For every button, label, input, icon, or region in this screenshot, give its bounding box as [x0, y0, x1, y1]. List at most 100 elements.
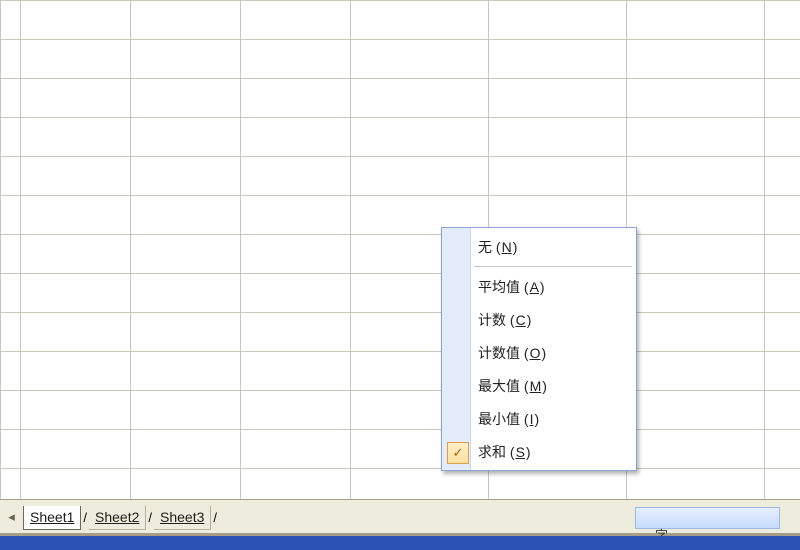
cell[interactable]: [351, 118, 489, 157]
cell[interactable]: [1, 118, 21, 157]
cell[interactable]: [627, 40, 765, 79]
cell[interactable]: [627, 274, 765, 313]
menu-item-label: 计数值 (: [478, 343, 529, 363]
cell[interactable]: [241, 274, 351, 313]
cell[interactable]: [21, 313, 131, 352]
cell[interactable]: [241, 79, 351, 118]
menu-item-n[interactable]: 无 (N): [444, 230, 634, 263]
cell[interactable]: [627, 391, 765, 430]
cell[interactable]: [21, 196, 131, 235]
spreadsheet-grid[interactable]: [0, 0, 800, 499]
cell[interactable]: [489, 1, 627, 40]
cell[interactable]: [21, 118, 131, 157]
cell[interactable]: [1, 1, 21, 40]
cell[interactable]: [241, 40, 351, 79]
menu-item-c[interactable]: 计数 (C): [444, 303, 634, 336]
sheet-tab-label: Sheet3: [160, 509, 204, 525]
sheet-tab-sheet1[interactable]: Sheet1: [23, 506, 81, 530]
cell[interactable]: [21, 235, 131, 274]
cell[interactable]: [1, 79, 21, 118]
cell[interactable]: [241, 1, 351, 40]
cell[interactable]: [241, 118, 351, 157]
menu-item-label: 计数 (: [478, 310, 515, 330]
cell[interactable]: [21, 391, 131, 430]
cell[interactable]: [131, 118, 241, 157]
cell[interactable]: [131, 79, 241, 118]
cell[interactable]: [489, 40, 627, 79]
cell[interactable]: [131, 274, 241, 313]
cell[interactable]: [627, 79, 765, 118]
cell[interactable]: [1, 430, 21, 469]
cell[interactable]: [351, 79, 489, 118]
cell[interactable]: [241, 196, 351, 235]
cell[interactable]: [627, 352, 765, 391]
cell[interactable]: [241, 430, 351, 469]
cell[interactable]: [1, 391, 21, 430]
cell[interactable]: [627, 196, 765, 235]
cell[interactable]: [1, 40, 21, 79]
cell[interactable]: [1, 157, 21, 196]
cell[interactable]: [765, 1, 800, 40]
cell[interactable]: [765, 196, 800, 235]
cell[interactable]: [765, 313, 800, 352]
cells-table[interactable]: [0, 0, 800, 508]
cell[interactable]: [241, 391, 351, 430]
cell[interactable]: [765, 352, 800, 391]
cell[interactable]: [627, 235, 765, 274]
cell[interactable]: [21, 157, 131, 196]
sheet-tab-sheet3[interactable]: Sheet3: [154, 506, 211, 530]
cell[interactable]: [765, 274, 800, 313]
cell[interactable]: [131, 391, 241, 430]
cell[interactable]: [765, 118, 800, 157]
cell[interactable]: [765, 391, 800, 430]
cell[interactable]: [765, 235, 800, 274]
autocalc-context-menu: 无 (N) 平均值 (A)计数 (C)计数值 (O)最大值 (M)最小值 (I)✓…: [441, 227, 637, 471]
cell[interactable]: [131, 313, 241, 352]
cell[interactable]: [131, 1, 241, 40]
cell[interactable]: [351, 157, 489, 196]
cell[interactable]: [489, 118, 627, 157]
cell[interactable]: [241, 157, 351, 196]
cell[interactable]: [21, 79, 131, 118]
cell[interactable]: [131, 196, 241, 235]
cell[interactable]: [241, 235, 351, 274]
cell[interactable]: [21, 352, 131, 391]
cell[interactable]: [241, 352, 351, 391]
menu-item-o[interactable]: 计数值 (O): [444, 336, 634, 369]
cell[interactable]: [131, 352, 241, 391]
cell[interactable]: [489, 79, 627, 118]
cell[interactable]: [1, 235, 21, 274]
cell[interactable]: [21, 1, 131, 40]
cell[interactable]: [21, 430, 131, 469]
cell[interactable]: [21, 40, 131, 79]
cell[interactable]: [351, 40, 489, 79]
tab-nav-prev-icon[interactable]: ◂: [0, 509, 23, 525]
cell[interactable]: [627, 430, 765, 469]
cell[interactable]: [489, 157, 627, 196]
cell[interactable]: [21, 274, 131, 313]
cell[interactable]: [131, 157, 241, 196]
cell[interactable]: [131, 430, 241, 469]
cell[interactable]: [765, 40, 800, 79]
menu-item-label: 无 (: [478, 237, 501, 257]
cell[interactable]: [131, 40, 241, 79]
cell[interactable]: [627, 118, 765, 157]
cell[interactable]: [131, 235, 241, 274]
cell[interactable]: [241, 313, 351, 352]
sheet-tab-sheet2[interactable]: Sheet2: [89, 506, 146, 530]
cell[interactable]: [765, 79, 800, 118]
cell[interactable]: [627, 313, 765, 352]
menu-item-s[interactable]: ✓求和 (S): [444, 435, 634, 468]
cell[interactable]: [1, 196, 21, 235]
cell[interactable]: [765, 157, 800, 196]
menu-item-m[interactable]: 最大值 (M): [444, 369, 634, 402]
cell[interactable]: [765, 430, 800, 469]
cell[interactable]: [627, 1, 765, 40]
menu-item-a[interactable]: 平均值 (A): [444, 270, 634, 303]
cell[interactable]: [1, 274, 21, 313]
menu-item-i[interactable]: 最小值 (I): [444, 402, 634, 435]
cell[interactable]: [351, 1, 489, 40]
cell[interactable]: [1, 313, 21, 352]
cell[interactable]: [1, 352, 21, 391]
cell[interactable]: [627, 157, 765, 196]
